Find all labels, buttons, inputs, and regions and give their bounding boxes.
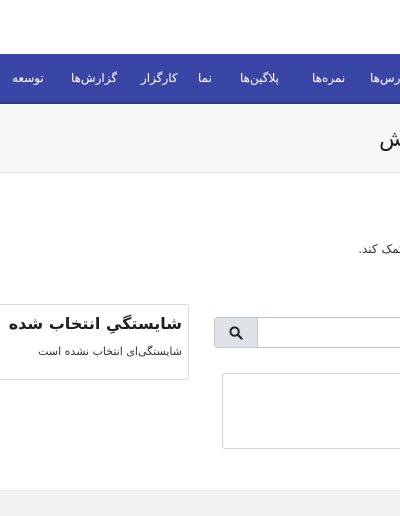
- nav-item-server[interactable]: کارگزار: [141, 70, 178, 86]
- selected-competency-card: شایستگیِ انتخاب شده شایستگی‌ای انتخاب نش…: [0, 304, 189, 380]
- top-strip: [0, 0, 400, 54]
- nav-item-reports[interactable]: گزارش‌ها: [71, 70, 117, 86]
- nav-item-grades[interactable]: نمره‌ها: [312, 70, 345, 86]
- card-heading: شایستگیِ انتخاب شده: [8, 314, 182, 333]
- nav-item-appearance[interactable]: نما: [198, 70, 212, 86]
- page: توسعه گزارش‌ها کارگزار نما پلاگین‌ها نمر…: [0, 0, 400, 516]
- nav-item-development[interactable]: توسعه: [12, 70, 44, 86]
- nav-item-plugins[interactable]: پلاگین‌ها: [240, 70, 279, 86]
- footer: [0, 490, 400, 516]
- search-input[interactable]: [258, 318, 400, 347]
- search-box: [214, 317, 400, 348]
- help-text: ا کمک کند.: [358, 242, 400, 256]
- page-header: ش: [0, 104, 400, 173]
- card-text: شایستگی‌ای انتخاب نشده است: [38, 345, 182, 358]
- search-icon: [229, 325, 243, 340]
- page-title: ش: [379, 127, 400, 152]
- search-button[interactable]: [215, 318, 258, 347]
- navbar: توسعه گزارش‌ها کارگزار نما پلاگین‌ها نمر…: [0, 54, 400, 104]
- results-list[interactable]: [222, 373, 400, 449]
- nav-item-courses[interactable]: درس‌ها: [370, 70, 400, 86]
